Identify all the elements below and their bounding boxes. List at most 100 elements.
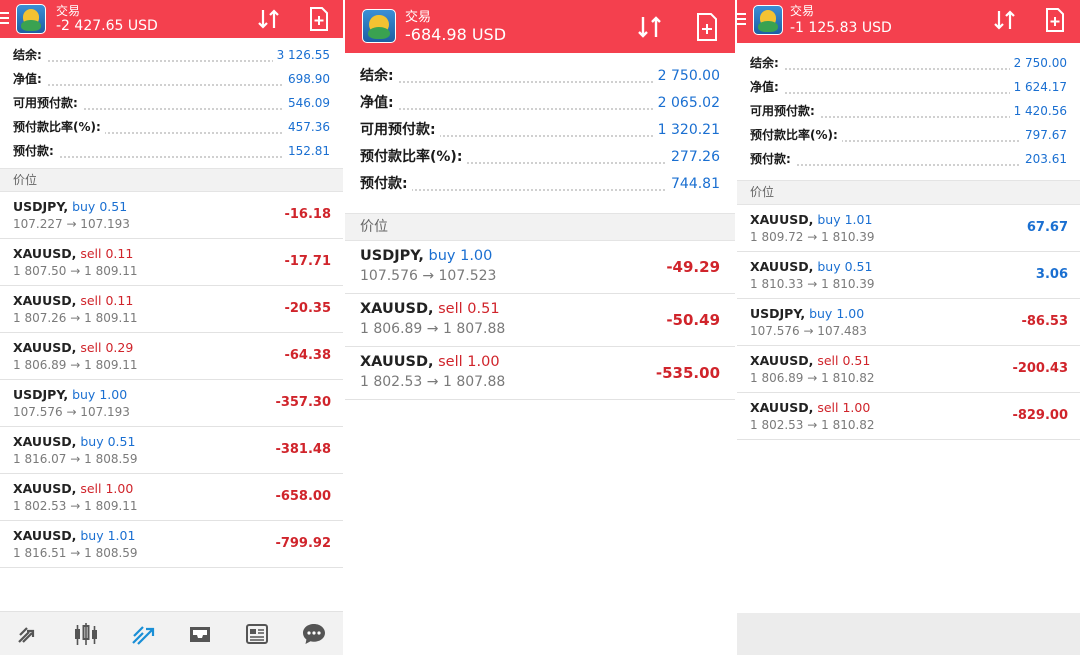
position-profit: -357.30 (275, 395, 331, 410)
summary-label: 净值: (13, 70, 46, 87)
position-row[interactable]: XAUUSD, sell 1.00 1 802.53 → 1 807.88 -535… (345, 347, 735, 400)
position-side: buy (428, 248, 456, 264)
new-order-icon[interactable] (1044, 7, 1066, 33)
position-volume: 1.00 (842, 400, 871, 415)
position-volume: 1.00 (467, 354, 500, 370)
position-profit: 3.06 (1035, 267, 1068, 282)
position-row[interactable]: XAUUSD, buy 1.01 1 816.51 → 1 808.59 -799.… (0, 521, 343, 568)
position-row[interactable]: USDJPY, buy 0.51 107.227 → 107.193 -16.18 (0, 192, 343, 239)
position-volume: 0.51 (842, 353, 871, 368)
position-profit: -658.00 (275, 489, 331, 504)
position-row[interactable]: XAUUSD, buy 0.51 1 810.33 → 1 810.39 3.06 (737, 252, 1080, 299)
position-symbol: USDJPY, (13, 387, 69, 402)
position-symbol: XAUUSD, (360, 354, 434, 370)
summary-label: 结余: (750, 54, 783, 71)
summary-row: 可用预付款: 546.09 (13, 94, 330, 118)
position-row[interactable]: XAUUSD, sell 0.51 1 806.89 → 1 807.88 -50.… (345, 294, 735, 347)
position-side: sell (817, 353, 839, 368)
page-title: 交易 (56, 4, 81, 18)
position-symbol: USDJPY, (750, 306, 806, 321)
new-order-icon[interactable] (695, 12, 719, 42)
position-prices: 107.576 → 107.483 (750, 324, 867, 338)
position-row[interactable]: XAUUSD, buy 1.01 1 809.72 → 1 810.39 67.67 (737, 205, 1080, 252)
position-volume: 1.01 (844, 212, 873, 227)
app-logo-icon (16, 4, 46, 34)
position-volume: 0.11 (105, 293, 134, 308)
news-icon[interactable] (243, 620, 271, 648)
position-row[interactable]: XAUUSD, sell 1.00 1 802.53 → 1 809.11 -658… (0, 474, 343, 521)
summary-row: 可用预付款: 1 320.21 (360, 119, 720, 146)
position-symbol: XAUUSD, (360, 301, 434, 317)
position-profit: -535.00 (655, 364, 720, 382)
summary-label: 结余: (13, 46, 46, 63)
sort-icon[interactable] (635, 13, 665, 41)
dotted-leader (360, 189, 720, 192)
position-row[interactable]: USDJPY, buy 1.00 107.576 → 107.523 -49.29 (345, 241, 735, 294)
summary-row: 预付款: 152.81 (13, 142, 330, 166)
position-row[interactable]: XAUUSD, sell 0.29 1 806.89 → 1 809.11 -64.… (0, 333, 343, 380)
trade-panel-1: 交易 -2 427.65 USD 结余: 3 126.55 净值: 698.90 可用预… (0, 0, 343, 655)
trade-panel-3: 交易 -1 125.83 USD 结余: 2 750.00 净值: 1 624.17 可… (737, 0, 1080, 655)
history-icon[interactable] (186, 620, 214, 648)
positions-list: XAUUSD, buy 1.01 1 809.72 → 1 810.39 67.67… (737, 205, 1080, 440)
position-row[interactable]: XAUUSD, sell 1.00 1 802.53 → 1 810.82 -829… (737, 393, 1080, 440)
position-title: XAUUSD, sell 0.29 (13, 340, 330, 358)
summary-value: 744.81 (667, 176, 720, 192)
position-row[interactable]: XAUUSD, sell 0.11 1 807.26 → 1 809.11 -20.… (0, 286, 343, 333)
summary-row: 预付款比率(%): 457.36 (13, 118, 330, 142)
screenshot-collage: 交易 -2 427.65 USD 结余: 3 126.55 净值: 698.90 可用预… (0, 0, 1080, 655)
bottom-nav (0, 611, 343, 655)
menu-icon[interactable] (737, 13, 749, 28)
position-prices: 1 807.50 → 1 809.11 (13, 264, 138, 278)
new-order-icon[interactable] (308, 6, 330, 32)
summary-value: 797.67 (1021, 128, 1067, 142)
position-symbol: XAUUSD, (750, 353, 814, 368)
position-profit: -381.48 (275, 442, 331, 457)
position-side: buy (817, 212, 841, 227)
position-side: sell (438, 354, 463, 370)
position-title: XAUUSD, sell 0.11 (13, 246, 330, 264)
sort-icon[interactable] (256, 7, 282, 31)
summary-label: 净值: (360, 92, 398, 112)
summary-label: 净值: (750, 78, 783, 95)
summary-label: 可用预付款: (13, 94, 82, 111)
summary-value: 1 320.21 (653, 122, 720, 138)
position-prices: 1 809.72 → 1 810.39 (750, 230, 875, 244)
summary-row: 净值: 1 624.17 (750, 78, 1067, 102)
position-volume: 0.51 (467, 301, 500, 317)
summary-row: 净值: 2 065.02 (360, 92, 720, 119)
position-side: buy (809, 306, 833, 321)
position-profit: -17.71 (284, 254, 331, 269)
position-symbol: USDJPY, (13, 199, 69, 214)
position-profit: -200.43 (1012, 361, 1068, 376)
position-side: buy (80, 528, 104, 543)
position-row[interactable]: USDJPY, buy 1.00 107.576 → 107.193 -357.30 (0, 380, 343, 427)
position-row[interactable]: XAUUSD, buy 0.51 1 816.07 → 1 808.59 -381.… (0, 427, 343, 474)
chat-icon[interactable] (300, 620, 328, 648)
summary-row: 预付款: 744.81 (360, 173, 720, 200)
floating-profit: -2 427.65 USD (56, 18, 158, 34)
chart-candles-icon[interactable] (72, 620, 100, 648)
position-title: XAUUSD, buy 1.01 (750, 212, 1067, 230)
quotes-icon[interactable] (15, 620, 43, 648)
menu-icon[interactable] (0, 12, 12, 27)
position-profit: -49.29 (666, 258, 720, 276)
position-symbol: XAUUSD, (750, 212, 814, 227)
section-header-positions: 价位 (737, 180, 1080, 205)
position-side: buy (817, 259, 841, 274)
position-row[interactable]: USDJPY, buy 1.00 107.576 → 107.483 -86.53 (737, 299, 1080, 346)
sort-icon[interactable] (992, 8, 1018, 32)
dotted-leader (13, 156, 330, 159)
position-volume: 0.11 (105, 246, 134, 261)
position-prices: 1 807.26 → 1 809.11 (13, 311, 138, 325)
trade-icon[interactable] (129, 620, 157, 648)
summary-row: 预付款比率(%): 797.67 (750, 126, 1067, 150)
summary-label: 预付款: (750, 150, 795, 167)
app-logo-icon (362, 9, 396, 43)
summary-value: 152.81 (284, 144, 330, 158)
position-row[interactable]: XAUUSD, sell 0.11 1 807.50 → 1 809.11 -17.… (0, 239, 343, 286)
summary-label: 预付款比率(%): (13, 118, 105, 135)
position-side: sell (80, 340, 102, 355)
position-row[interactable]: XAUUSD, sell 0.51 1 806.89 → 1 810.82 -200… (737, 346, 1080, 393)
summary-value: 457.36 (284, 120, 330, 134)
